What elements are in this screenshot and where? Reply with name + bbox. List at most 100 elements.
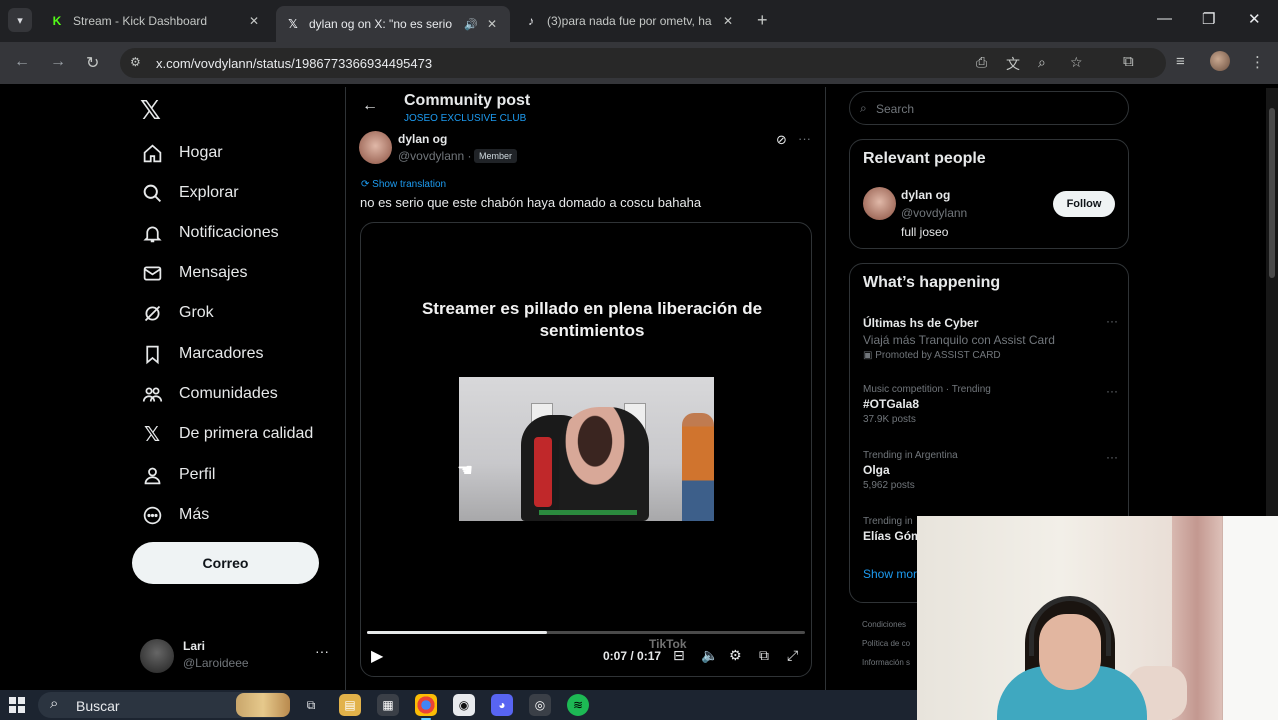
- trend-item[interactable]: Trending in Argentina Olga 5,962 posts ·…: [863, 450, 1118, 491]
- taskbar-search[interactable]: ⌕ Buscar: [38, 692, 290, 718]
- member-badge: Member: [474, 149, 518, 163]
- footer-link[interactable]: Información s: [862, 653, 910, 672]
- post-button[interactable]: Correo: [132, 542, 319, 584]
- tab-close-icon[interactable]: ✕: [484, 17, 500, 31]
- windows-start-icon[interactable]: [9, 697, 25, 713]
- spotify-icon[interactable]: ≋: [567, 694, 589, 716]
- speaker-icon[interactable]: 🔊: [464, 18, 478, 31]
- obs-icon[interactable]: ◉: [453, 694, 475, 716]
- sidebar-item-explore[interactable]: Explorar: [140, 178, 239, 208]
- x-logo-icon[interactable]: 𝕏: [140, 95, 161, 126]
- footer-link[interactable]: Condiciones: [862, 615, 910, 634]
- video-frame[interactable]: [459, 377, 714, 521]
- file-explorer-icon[interactable]: ▤: [339, 694, 361, 716]
- trend-count: 37.9K posts: [863, 414, 916, 425]
- account-switcher[interactable]: Lari @Laroideee ···: [140, 637, 340, 673]
- discord-icon[interactable]: ◕: [491, 694, 513, 716]
- video-progress-bar[interactable]: [367, 631, 805, 634]
- more-dots-icon[interactable]: ···: [315, 643, 329, 659]
- zoom-icon[interactable]: ⌕: [1038, 54, 1046, 71]
- extensions-icon[interactable]: ⧉: [1123, 53, 1134, 70]
- person-icon: [140, 463, 164, 487]
- avatar: [140, 639, 174, 673]
- relevant-name[interactable]: dylan og: [901, 188, 950, 202]
- picture-in-picture-icon[interactable]: ⧉: [759, 647, 769, 664]
- home-icon: [140, 141, 164, 165]
- play-icon[interactable]: ▶: [371, 646, 383, 666]
- tab-search-button[interactable]: ▾: [8, 8, 32, 32]
- follow-button[interactable]: Follow: [1053, 191, 1115, 217]
- search-highlight-widget[interactable]: [236, 693, 290, 717]
- store-icon[interactable]: ▦: [377, 694, 399, 716]
- avatar[interactable]: [863, 187, 896, 220]
- bookmark-icon: [140, 342, 164, 366]
- relevant-handle[interactable]: @vovdylann: [901, 206, 967, 220]
- sidebar-item-messages[interactable]: Mensajes: [140, 258, 247, 288]
- grok-icon[interactable]: ⊘: [776, 132, 787, 148]
- post-author-avatar[interactable]: [359, 131, 392, 164]
- back-arrow-icon[interactable]: ←: [362, 97, 378, 115]
- reload-icon[interactable]: ↻: [86, 53, 99, 73]
- captions-icon[interactable]: ⊟: [673, 647, 685, 664]
- sidebar-item-label: Notificaciones: [179, 224, 279, 241]
- envelope-icon: [140, 261, 164, 285]
- new-tab-button[interactable]: +: [757, 10, 768, 31]
- sidebar-item-more[interactable]: Más: [140, 500, 209, 530]
- tab-x-post[interactable]: 𝕏 dylan og on X: "no es serio 🔊 ✕: [276, 6, 510, 42]
- post-author-handle[interactable]: @vovdylann ·: [398, 149, 472, 163]
- trend-more-icon[interactable]: ···: [1106, 314, 1118, 328]
- search-icon: ⌕: [50, 695, 59, 712]
- sidebar-item-grok[interactable]: Grok: [140, 298, 214, 328]
- translate-icon[interactable]: 文: [1006, 54, 1020, 74]
- task-view-icon[interactable]: ⧉: [300, 694, 322, 716]
- fullscreen-icon[interactable]: ⤢: [787, 647, 798, 664]
- post-author-name[interactable]: dylan og: [398, 132, 447, 146]
- forward-icon[interactable]: →: [50, 53, 66, 71]
- app-icon[interactable]: ◎: [529, 694, 551, 716]
- footer-link[interactable]: Política de co: [862, 634, 910, 653]
- url-text[interactable]: x.com/vovdylann/status/19867733669344954…: [156, 56, 432, 71]
- trend-more-icon[interactable]: ···: [1106, 384, 1118, 398]
- post-more-icon[interactable]: ···: [798, 131, 811, 146]
- media-controls-icon[interactable]: ≡: [1176, 53, 1185, 70]
- show-more-link[interactable]: Show mor: [863, 567, 917, 581]
- x-premium-icon: 𝕏: [143, 423, 161, 446]
- search-input[interactable]: ⌕ Search: [849, 91, 1129, 125]
- tab-close-icon[interactable]: ✕: [246, 14, 262, 28]
- grok-icon: [140, 301, 164, 325]
- sidebar-item-label: Marcadores: [179, 345, 264, 362]
- back-icon[interactable]: ←: [14, 53, 30, 71]
- trend-item[interactable]: Últimas hs de Cyber Viajá más Tranquilo …: [863, 314, 1118, 361]
- bookmark-star-icon[interactable]: ☆: [1070, 54, 1083, 71]
- sidebar-item-notifications[interactable]: Notificaciones: [140, 218, 279, 248]
- address-bar[interactable]: ⚙ x.com/vovdylann/status/198677336693449…: [120, 48, 1166, 78]
- sidebar-item-premium[interactable]: 𝕏 De primera calidad: [140, 419, 313, 449]
- menu-kebab-icon[interactable]: ⋮: [1250, 53, 1265, 71]
- video-player[interactable]: Streamer es pillado en plena liberación …: [360, 222, 812, 677]
- tab-tiktok[interactable]: ♪ (3)para nada fue por ometv, ha ✕: [514, 6, 746, 36]
- profile-avatar[interactable]: [1210, 51, 1230, 71]
- site-settings-icon[interactable]: ⚙: [130, 55, 141, 69]
- settings-icon[interactable]: ⚙: [729, 647, 742, 664]
- restore-icon[interactable]: ❐: [1202, 10, 1215, 28]
- close-window-icon[interactable]: ✕: [1248, 10, 1261, 28]
- sidebar-item-profile[interactable]: Perfil: [140, 460, 215, 490]
- account-handle: @Laroideee: [183, 656, 249, 670]
- chrome-icon[interactable]: [415, 694, 437, 720]
- show-translation-link[interactable]: ⟳ Show translation: [361, 179, 446, 190]
- scrollbar-thumb[interactable]: [1269, 108, 1275, 278]
- trend-more-icon[interactable]: ···: [1106, 450, 1118, 464]
- install-app-icon[interactable]: ⎙: [976, 54, 987, 71]
- community-link[interactable]: JOSEO EXCLUSIVE CLUB: [404, 113, 526, 124]
- video-time: 0:07 / 0:17: [603, 649, 662, 663]
- sidebar-item-label: Hogar: [179, 144, 223, 161]
- trend-item[interactable]: Music competition · Trending #OTGala8 37…: [863, 384, 1118, 425]
- volume-icon[interactable]: 🔈: [701, 647, 718, 664]
- sidebar-item-communities[interactable]: Comunidades: [140, 379, 278, 409]
- sidebar-item-home[interactable]: Hogar: [140, 138, 223, 168]
- sidebar-item-bookmarks[interactable]: Marcadores: [140, 339, 263, 369]
- bell-icon: [140, 221, 164, 245]
- tab-kick-dashboard[interactable]: K Stream - Kick Dashboard ✕: [40, 6, 272, 36]
- minimize-icon[interactable]: —: [1157, 10, 1172, 27]
- tab-close-icon[interactable]: ✕: [720, 14, 736, 28]
